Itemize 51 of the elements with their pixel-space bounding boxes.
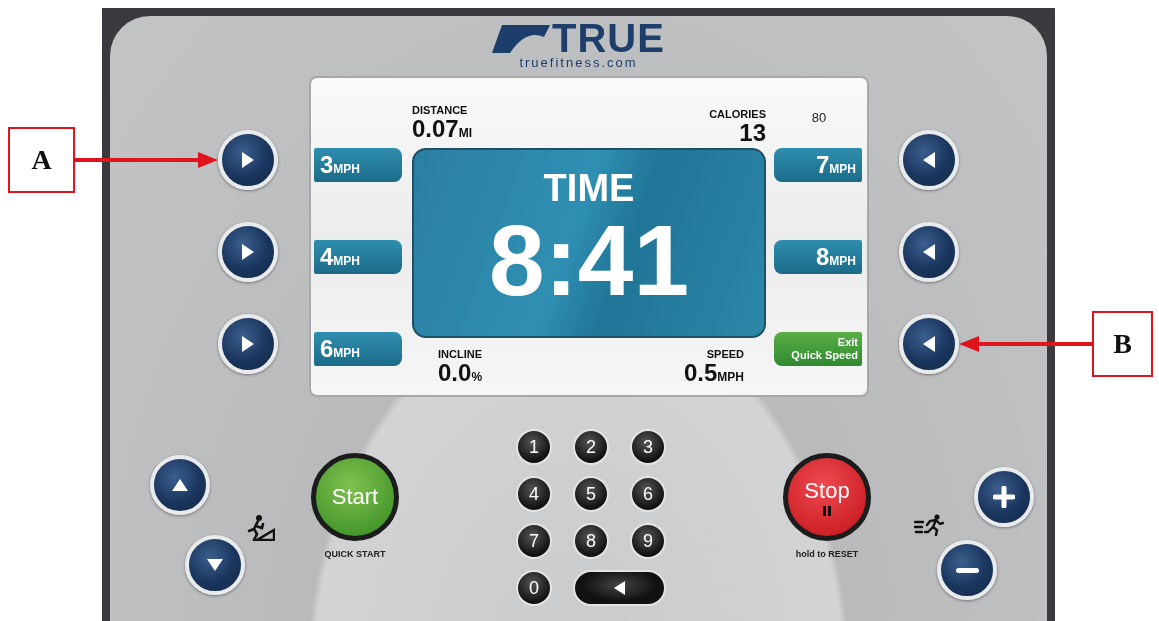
stat-value: 0.5MPH bbox=[683, 360, 744, 388]
keypad-key[interactable]: 0 bbox=[516, 570, 552, 606]
quick-speed-button[interactable] bbox=[899, 314, 959, 374]
quick-speed-tab[interactable]: 6MPH bbox=[314, 332, 402, 366]
runner-on-slope-icon bbox=[245, 515, 275, 541]
timer-label: TIME bbox=[543, 168, 635, 208]
incline-up-button[interactable] bbox=[150, 455, 210, 515]
keypad-key[interactable]: 7 bbox=[516, 523, 552, 559]
mountain-logo-icon bbox=[492, 23, 551, 53]
keypad-key[interactable]: 8 bbox=[573, 523, 609, 559]
keypad-key[interactable]: 4 bbox=[516, 476, 552, 512]
backspace-key[interactable] bbox=[573, 570, 666, 606]
callout-label: B bbox=[1092, 311, 1153, 377]
pause-icon bbox=[822, 506, 832, 516]
quick-speed-tab[interactable]: 4MPH bbox=[314, 240, 402, 274]
stat-label: SPEED bbox=[706, 348, 744, 360]
callout-label: A bbox=[8, 127, 75, 193]
stat-value: 0.0% bbox=[438, 360, 483, 388]
incline-down-button[interactable] bbox=[185, 535, 245, 595]
quick-speed-button[interactable] bbox=[899, 130, 959, 190]
stat-label: CALORIES bbox=[709, 108, 766, 120]
brand-logo: TRUE bbox=[552, 20, 665, 56]
keypad-key[interactable]: 2 bbox=[573, 429, 609, 465]
stop-button[interactable]: Stop bbox=[783, 453, 871, 541]
keypad-key[interactable]: 5 bbox=[573, 476, 609, 512]
running-figure-icon bbox=[914, 513, 944, 536]
timer-value: 8:41 bbox=[488, 208, 690, 312]
website-text: truefitness.com bbox=[519, 56, 638, 70]
speed-down-button[interactable] bbox=[937, 540, 997, 600]
keypad-key[interactable]: 9 bbox=[630, 523, 666, 559]
button-caption: QUICK START bbox=[324, 549, 386, 559]
quick-speed-button[interactable] bbox=[899, 222, 959, 282]
button-caption: hold to RESET bbox=[795, 549, 859, 559]
minus-icon bbox=[955, 567, 979, 573]
speed-up-button[interactable] bbox=[974, 467, 1034, 527]
quick-speed-tab[interactable]: 8MPH bbox=[774, 240, 862, 274]
side-reading: 80 bbox=[811, 110, 827, 125]
stat-label: INCLINE bbox=[438, 348, 483, 360]
keypad-key[interactable]: 1 bbox=[516, 429, 552, 465]
keypad-key[interactable]: 3 bbox=[630, 429, 666, 465]
stat-value: 13 bbox=[739, 120, 766, 146]
stat-value: 0.07MI bbox=[412, 116, 473, 144]
quick-speed-button[interactable] bbox=[218, 222, 278, 282]
quick-speed-button[interactable] bbox=[218, 130, 278, 190]
quick-speed-button[interactable] bbox=[218, 314, 278, 374]
keypad-key[interactable]: 6 bbox=[630, 476, 666, 512]
plus-icon bbox=[993, 486, 1015, 508]
quick-speed-tab[interactable]: 7MPH bbox=[774, 148, 862, 182]
quick-speed-tab[interactable]: 3MPH bbox=[314, 148, 402, 182]
exit-quick-speed-tab[interactable]: Exit Quick Speed bbox=[774, 332, 862, 366]
stat-label: DISTANCE bbox=[412, 104, 469, 116]
